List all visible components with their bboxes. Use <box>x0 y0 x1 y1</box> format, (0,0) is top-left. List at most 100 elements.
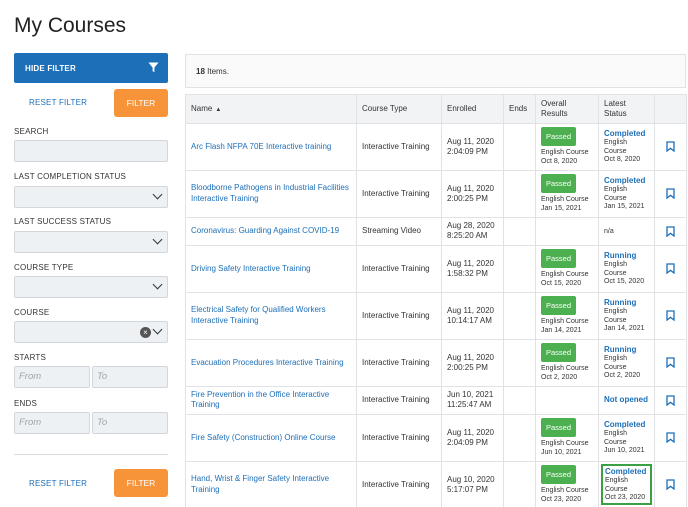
bookmark-cell <box>654 216 687 246</box>
status-course: Course <box>604 363 627 371</box>
status-label[interactable]: Not opened <box>604 395 649 405</box>
last-completion-status-select[interactable] <box>14 186 168 208</box>
col-header-overall-results[interactable]: Overall Results <box>535 94 599 124</box>
bookmark-icon[interactable] <box>666 263 675 275</box>
passed-badge: Passed <box>541 173 577 194</box>
result-date: Oct 23, 2020 <box>541 496 582 503</box>
latest-status-cell: Running English Course Jan 14, 2021 <box>598 291 655 340</box>
status-label[interactable]: Completed <box>604 420 649 430</box>
filter-button-bottom[interactable]: FILTER <box>114 469 168 497</box>
last-success-status-select[interactable] <box>14 231 168 253</box>
bookmark-icon[interactable] <box>666 432 675 444</box>
ends-cell <box>503 123 536 171</box>
course-name-link[interactable]: Electrical Safety for Qualified Workers … <box>191 305 326 324</box>
status-label[interactable]: Running <box>604 251 649 261</box>
col-header-course-type[interactable]: Course Type <box>356 94 442 124</box>
ends-cell <box>503 385 536 415</box>
enrolled-cell: Aug 10, 2020 5:17:07 PM <box>441 460 504 507</box>
table-row[interactable]: Fire Prevention in the Office Interactiv… <box>185 385 687 415</box>
table-row[interactable]: Evacuation Procedures Interactive Traini… <box>185 338 687 387</box>
hide-filter-label: HIDE FILTER <box>25 63 76 73</box>
status-date: Jan 14, 2021 <box>604 325 645 333</box>
status-date: Oct 2, 2020 <box>604 372 641 380</box>
table-row[interactable]: Hand, Wrist & Finger Safety Interactive … <box>185 460 687 507</box>
bookmark-icon[interactable] <box>666 395 675 406</box>
status-label[interactable]: Running <box>604 298 649 308</box>
result-course: English Course <box>541 318 589 326</box>
course-type-cell: Interactive Training <box>356 244 442 293</box>
overall-results-cell <box>535 385 599 415</box>
course-name-link[interactable]: Driving Safety Interactive Training <box>191 264 311 273</box>
latest-status-cell: Completed English Course Jan 15, 2021 <box>598 169 655 218</box>
bookmark-cell <box>654 291 687 340</box>
chevron-down-icon <box>152 324 163 335</box>
bookmark-icon[interactable] <box>666 479 675 491</box>
col-header-enrolled[interactable]: Enrolled <box>441 94 504 124</box>
col-header-name[interactable]: Name ▲ <box>185 94 357 124</box>
filter-button-top[interactable]: FILTER <box>114 89 168 117</box>
hide-filter-button[interactable]: HIDE FILTER <box>14 53 168 83</box>
result-course: English Course <box>541 196 589 204</box>
status-label[interactable]: Completed <box>605 467 648 477</box>
status-course: Course <box>604 269 627 277</box>
reset-filter-button-bottom[interactable]: RESET FILTER <box>29 479 87 488</box>
overall-results-cell: Passed English Course Oct 2, 2020 <box>535 338 599 387</box>
ends-to-input[interactable]: To <box>92 412 168 434</box>
bookmark-icon[interactable] <box>666 226 675 237</box>
course-type-cell: Interactive Training <box>356 413 442 462</box>
table-row[interactable]: Arc Flash NFPA 70E Interactive training I… <box>185 123 687 171</box>
ends-from-input[interactable]: From <box>14 412 90 434</box>
course-name-link[interactable]: Arc Flash NFPA 70E Interactive training <box>191 142 331 151</box>
bookmark-icon[interactable] <box>666 310 675 322</box>
result-course: English Course <box>541 487 589 495</box>
starts-from-input[interactable]: From <box>14 366 90 388</box>
course-name-link[interactable]: Hand, Wrist & Finger Safety Interactive … <box>191 474 329 493</box>
course-name-link[interactable]: Evacuation Procedures Interactive Traini… <box>191 358 344 367</box>
bookmark-icon[interactable] <box>666 188 675 200</box>
course-select[interactable]: × <box>14 321 168 343</box>
status-label[interactable]: Running <box>604 345 649 355</box>
enrolled-cell: Aug 11, 2020 2:04:09 PM <box>441 413 504 462</box>
bookmark-cell <box>654 169 687 218</box>
table-row[interactable]: Fire Safety (Construction) Online Course… <box>185 413 687 462</box>
bookmark-cell <box>654 385 687 415</box>
course-type-select[interactable] <box>14 276 168 298</box>
bookmark-cell <box>654 338 687 387</box>
status-language: English <box>604 430 627 438</box>
overall-results-cell <box>535 216 599 246</box>
bookmark-icon[interactable] <box>666 141 675 153</box>
reset-filter-button-top[interactable]: RESET FILTER <box>29 98 87 107</box>
starts-to-input[interactable]: To <box>92 366 168 388</box>
overall-results-cell: Passed English Course Oct 23, 2020 <box>535 460 599 507</box>
status-date: Oct 23, 2020 <box>605 494 646 501</box>
col-header-bookmark <box>654 94 687 124</box>
course-name-link[interactable]: Fire Prevention in the Office Interactiv… <box>191 390 329 409</box>
table-row[interactable]: Coronavirus: Guarding Against COVID-19 St… <box>185 216 687 246</box>
table-row[interactable]: Driving Safety Interactive Training Inter… <box>185 244 687 293</box>
passed-badge: Passed <box>541 342 577 363</box>
clear-icon[interactable]: × <box>140 327 151 338</box>
passed-badge: Passed <box>541 127 577 147</box>
result-date: Jun 10, 2021 <box>541 449 582 457</box>
course-name-link[interactable]: Coronavirus: Guarding Against COVID-19 <box>191 226 339 235</box>
status-label[interactable]: Completed <box>604 129 649 139</box>
bookmark-cell <box>654 460 687 507</box>
status-label[interactable]: Completed <box>604 176 649 186</box>
search-input[interactable] <box>14 140 168 162</box>
status-na: n/a <box>604 228 614 236</box>
bookmark-icon[interactable] <box>666 357 675 369</box>
passed-badge: Passed <box>541 248 577 269</box>
overall-results-cell: Passed English Course Jun 10, 2021 <box>535 413 599 462</box>
status-language: English <box>604 355 627 363</box>
latest-status-cell: Not opened <box>598 385 655 415</box>
col-header-latest-status[interactable]: Latest Status <box>598 94 655 124</box>
status-language: English <box>604 308 627 316</box>
result-course: English Course <box>541 271 589 279</box>
latest-status-cell: Completed English Course Oct 8, 2020 <box>598 123 655 171</box>
course-name-link[interactable]: Fire Safety (Construction) Online Course <box>191 433 336 442</box>
course-name-link[interactable]: Bloodborne Pathogens in Industrial Facil… <box>191 183 349 202</box>
table-row[interactable]: Electrical Safety for Qualified Workers … <box>185 291 687 340</box>
ends-cell <box>503 291 536 340</box>
col-header-ends[interactable]: Ends <box>503 94 536 124</box>
table-row[interactable]: Bloodborne Pathogens in Industrial Facil… <box>185 169 687 218</box>
